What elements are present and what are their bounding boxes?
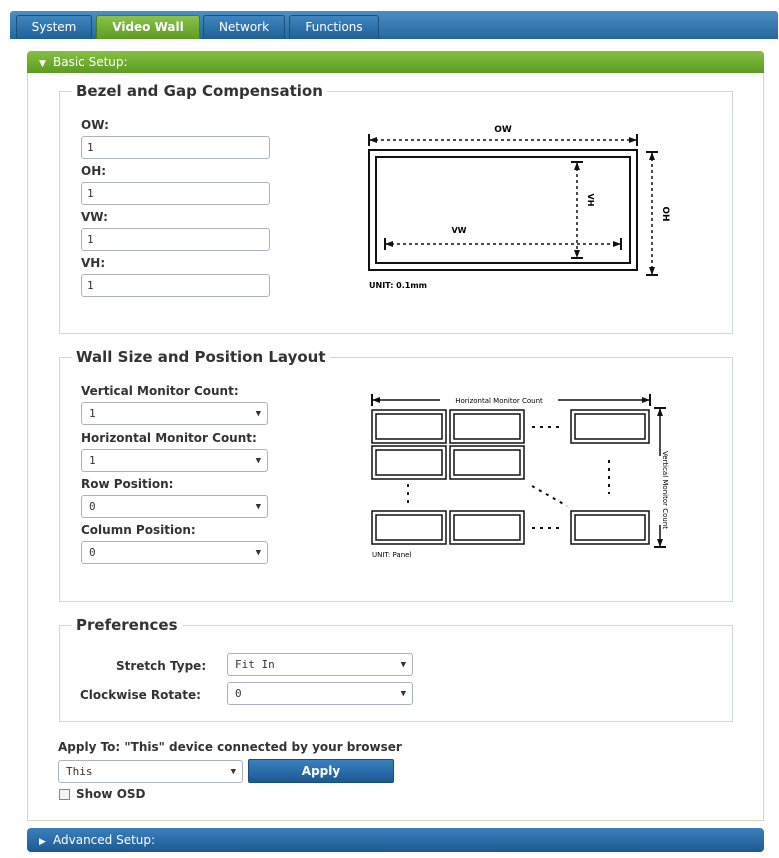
horizontal-count-value: 1 xyxy=(89,454,96,467)
vertical-count-select[interactable]: 1 ▼ xyxy=(81,402,268,425)
apply-target-select[interactable]: This ▼ xyxy=(58,760,243,783)
horizontal-count-label: Horizontal Monitor Count: xyxy=(81,431,257,445)
caret-down-icon: ▼ xyxy=(255,502,261,512)
clockwise-rotate-label: Clockwise Rotate: xyxy=(80,688,201,702)
advanced-setup-header[interactable]: ▶ Advanced Setup: xyxy=(27,828,764,852)
stretch-type-label: Stretch Type: xyxy=(116,659,207,673)
row-position-value: 0 xyxy=(89,500,96,513)
tab-bar: System Video Wall Network Functions xyxy=(10,11,778,39)
vh-input[interactable]: 1 xyxy=(81,274,270,297)
tab-functions[interactable]: Functions xyxy=(289,15,379,39)
oh-diagram-label: OH xyxy=(660,206,670,221)
wall-layout-legend: Wall Size and Position Layout xyxy=(76,348,326,366)
bezel-unit-label: UNIT: 0.1mm xyxy=(369,281,427,290)
row-position-select[interactable]: 0 ▼ xyxy=(81,495,268,518)
ow-input[interactable]: 1 xyxy=(81,136,270,159)
caret-down-icon: ▼ xyxy=(255,409,261,419)
preferences-legend: Preferences xyxy=(76,616,178,634)
column-position-label: Column Position: xyxy=(81,523,196,537)
column-position-value: 0 xyxy=(89,546,96,559)
basic-setup-header[interactable]: ▼ Basic Setup: xyxy=(27,51,764,74)
ow-label: OW: xyxy=(81,118,109,132)
vertical-count-value: 1 xyxy=(89,407,96,420)
ow-diagram-label: OW xyxy=(494,125,512,135)
caret-down-icon: ▼ xyxy=(230,767,236,777)
caret-down-icon: ▼ xyxy=(400,660,406,670)
tab-network[interactable]: Network xyxy=(203,15,285,39)
apply-button[interactable]: Apply xyxy=(248,759,394,783)
apply-to-label: Apply To: "This" device connected by you… xyxy=(58,740,402,754)
column-position-select[interactable]: 0 ▼ xyxy=(81,541,268,564)
stretch-type-select[interactable]: Fit In ▼ xyxy=(227,653,413,676)
advanced-setup-label: Advanced Setup: xyxy=(53,833,156,847)
vw-label: VW: xyxy=(81,210,108,224)
horizontal-count-diagram-label: Horizontal Monitor Count xyxy=(455,397,543,405)
tab-system[interactable]: System xyxy=(16,15,92,39)
stretch-type-value: Fit In xyxy=(235,658,275,671)
clockwise-rotate-value: 0 xyxy=(235,687,242,700)
vertical-count-label: Vertical Monitor Count: xyxy=(81,384,239,398)
oh-input[interactable]: 1 xyxy=(81,182,270,205)
basic-setup-label: Basic Setup: xyxy=(53,55,128,69)
wall-unit-label: UNIT: Panel xyxy=(372,551,411,559)
vw-input[interactable]: 1 xyxy=(81,228,270,251)
vw-diagram-label: VW xyxy=(451,226,466,235)
oh-label: OH: xyxy=(81,164,107,178)
clockwise-rotate-select[interactable]: 0 ▼ xyxy=(227,682,413,705)
apply-target-value: This xyxy=(66,765,93,778)
bezel-gap-legend: Bezel and Gap Compensation xyxy=(76,82,323,100)
vertical-count-diagram-label: Vertical Monitor Count xyxy=(661,451,669,529)
vh-diagram-label: VH xyxy=(586,194,595,207)
caret-down-icon: ▼ xyxy=(255,548,261,558)
horizontal-count-select[interactable]: 1 ▼ xyxy=(81,449,268,472)
caret-down-icon: ▼ xyxy=(255,456,261,466)
row-position-label: Row Position: xyxy=(81,477,174,491)
chevron-right-icon: ▶ xyxy=(39,837,46,847)
vh-label: VH: xyxy=(81,256,106,270)
tab-video-wall[interactable]: Video Wall xyxy=(96,15,200,39)
show-osd-label: Show OSD xyxy=(76,787,146,801)
bezel-diagram: OW OH VH VW UNIT: 0.1mm xyxy=(368,125,670,290)
caret-down-icon: ▼ xyxy=(400,689,406,699)
show-osd-checkbox[interactable] xyxy=(59,789,70,800)
wall-diagram: Horizontal Monitor Count Vertical Monito… xyxy=(371,394,669,559)
